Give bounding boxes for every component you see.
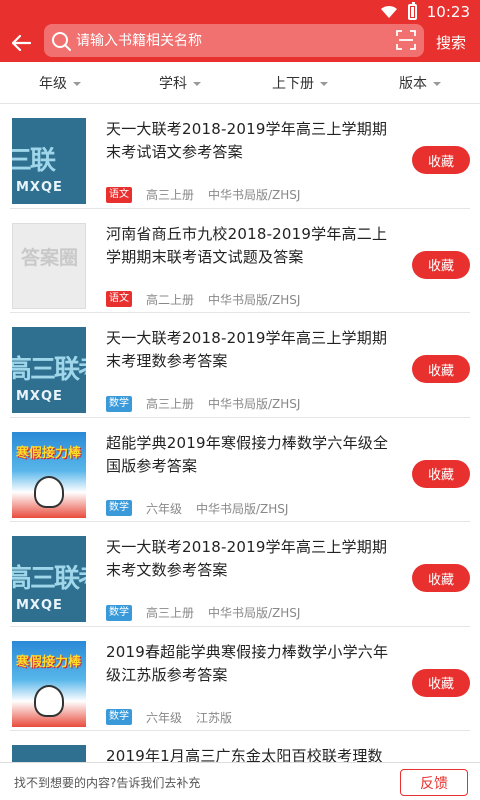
filter-label: 上下册: [272, 75, 314, 92]
cover-text: 高三联考: [12, 355, 86, 385]
favorite-button[interactable]: 收藏: [412, 564, 470, 592]
filter-bar: 年级 学科 上下册 版本: [0, 62, 480, 104]
book-cover: 寒假接力棒: [12, 640, 86, 727]
book-cover: 答案圈: [12, 222, 86, 309]
status-icons: 10:23: [380, 2, 470, 21]
cover-text: 三联: [12, 146, 56, 176]
cover-text: 寒假接力棒: [16, 654, 82, 670]
book-title: 超能学典2019年寒假接力棒数学六年级全国版参考答案: [106, 433, 389, 475]
search-input[interactable]: [76, 32, 376, 49]
cover-text: 答案圈: [21, 246, 79, 269]
filter-label: 年级: [39, 75, 67, 92]
grade-label: 高三上册: [146, 188, 195, 202]
subject-badge: 数学: [106, 500, 132, 516]
book-cover: 高三联考 MXQE: [12, 327, 86, 413]
search-box[interactable]: [44, 24, 424, 57]
caret-down-icon: [73, 81, 81, 86]
favorite-button[interactable]: 收藏: [412, 459, 470, 488]
publisher-label: 江苏版: [196, 710, 233, 725]
grade-label: 高三上册: [146, 606, 195, 620]
grade-label: 六年级: [146, 501, 183, 516]
book-cover: 高三联考 MXQE: [12, 536, 86, 622]
book-meta: 数学 高三上册 中华书局版/ZHSJ: [106, 604, 300, 621]
book-cover: 三联 MXQE: [12, 118, 86, 204]
back-arrow-icon: [11, 34, 31, 52]
caret-down-icon: [320, 81, 328, 86]
book-title: 2019春超能学典寒假接力棒数学小学六年级江苏版参考答案: [106, 642, 389, 684]
filter-volume[interactable]: 上下册: [240, 62, 360, 103]
cover-text: 高三联考: [12, 564, 86, 594]
subject-badge: 数学: [106, 604, 132, 621]
book-title: 天一大联考2018-2019学年高三上学期期末考理数参考答案: [106, 329, 388, 370]
scan-icon[interactable]: [396, 30, 416, 50]
filter-grade[interactable]: 年级: [0, 62, 120, 103]
book-meta: 数学 六年级 江苏版: [106, 709, 232, 726]
cover-subtext: MXQE: [16, 598, 63, 613]
book-meta: 数学 六年级 中华书局版/ZHSJ: [106, 500, 288, 517]
filter-label: 学科: [159, 75, 187, 92]
book-cover: 寒假接力棒: [12, 431, 86, 518]
cover-subtext: MXQE: [16, 180, 63, 195]
book-cover: [12, 745, 86, 762]
bottom-bar: 找不到想要的内容?告诉我们去补充 反馈: [0, 762, 480, 800]
caret-down-icon: [433, 81, 441, 86]
book-list: 三联 MXQE 天一大联考2018-2019学年高三上学期期末考试语文参考答案 …: [0, 104, 480, 762]
wifi-icon: [380, 5, 397, 18]
feedback-button[interactable]: 反馈: [400, 769, 468, 796]
list-item[interactable]: 三联 MXQE 天一大联考2018-2019学年高三上学期期末考试语文参考答案 …: [10, 104, 470, 209]
list-item[interactable]: 答案圈 河南省商丘市九校2018-2019学年高二上学期期末联考语文试题及答案 …: [10, 209, 470, 313]
book-meta: 语文 高三上册 中华书局版/ZHSJ: [106, 186, 300, 203]
favorite-button[interactable]: 收藏: [412, 250, 470, 279]
back-button[interactable]: [6, 26, 36, 60]
filter-label: 版本: [399, 75, 427, 92]
search-button[interactable]: 搜索: [436, 32, 466, 53]
publisher-label: 中华书局版/ZHSJ: [196, 501, 289, 516]
book-meta: 数学 高三上册 中华书局版/ZHSJ: [106, 395, 300, 412]
favorite-button[interactable]: 收藏: [412, 355, 470, 383]
status-bar: 10:23: [0, 0, 480, 24]
header: 搜索: [0, 24, 480, 62]
subject-badge: 数学: [106, 709, 132, 725]
search-icon: [52, 31, 71, 51]
list-item[interactable]: 寒假接力棒 超能学典2019年寒假接力棒数学六年级全国版参考答案 数学 六年级 …: [10, 418, 470, 522]
book-title: 天一大联考2018-2019学年高三上学期期末考文数参考答案: [106, 538, 388, 579]
publisher-label: 中华书局版/ZHSJ: [208, 606, 301, 620]
grade-label: 高三上册: [146, 397, 195, 411]
filter-subject[interactable]: 学科: [120, 62, 240, 103]
book-title: 天一大联考2018-2019学年高三上学期期末考试语文参考答案: [106, 120, 388, 161]
bottom-hint: 找不到想要的内容?告诉我们去补充: [14, 776, 201, 790]
snowman-illustration: [34, 684, 64, 717]
list-item[interactable]: 2019年1月高三广东金太阳百校联考理数: [10, 731, 470, 762]
book-title: 2019年1月高三广东金太阳百校联考理数: [106, 747, 383, 762]
book-title: 河南省商丘市九校2018-2019学年高二上学期期末联考语文试题及答案: [106, 224, 388, 266]
publisher-label: 中华书局版/ZHSJ: [208, 292, 301, 307]
grade-label: 高二上册: [146, 292, 195, 307]
publisher-label: 中华书局版/ZHSJ: [208, 188, 301, 202]
list-item[interactable]: 寒假接力棒 2019春超能学典寒假接力棒数学小学六年级江苏版参考答案 数学 六年…: [10, 627, 470, 731]
subject-badge: 数学: [106, 395, 132, 412]
grade-label: 六年级: [146, 710, 183, 725]
subject-badge: 语文: [106, 186, 132, 203]
list-item[interactable]: 高三联考 MXQE 天一大联考2018-2019学年高三上学期期末考文数参考答案…: [10, 522, 470, 627]
cover-text: 寒假接力棒: [16, 445, 82, 461]
subject-badge: 语文: [106, 291, 132, 307]
cover-subtext: MXQE: [16, 389, 63, 404]
snowman-illustration: [34, 475, 64, 508]
publisher-label: 中华书局版/ZHSJ: [208, 397, 301, 411]
favorite-button[interactable]: 收藏: [412, 146, 470, 174]
list-item[interactable]: 高三联考 MXQE 天一大联考2018-2019学年高三上学期期末考理数参考答案…: [10, 313, 470, 418]
caret-down-icon: [193, 81, 201, 86]
filter-edition[interactable]: 版本: [360, 62, 480, 103]
battery-icon: [407, 2, 417, 20]
favorite-button[interactable]: 收藏: [412, 668, 470, 697]
book-meta: 语文 高二上册 中华书局版/ZHSJ: [106, 291, 300, 308]
status-time: 10:23: [426, 3, 470, 21]
